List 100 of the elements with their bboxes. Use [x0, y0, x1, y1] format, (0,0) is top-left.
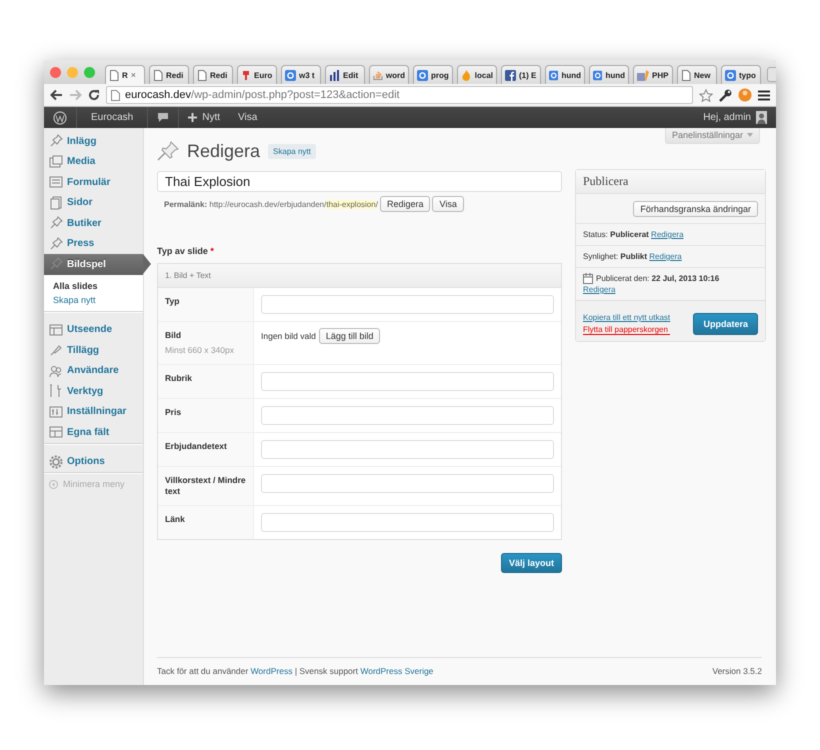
tools-icon: [49, 384, 63, 398]
menu-item[interactable]: Tillägg: [44, 340, 143, 360]
account-menu[interactable]: Hej, admin: [694, 107, 776, 128]
edit-link[interactable]: Redigera: [651, 230, 684, 239]
version-text: Version 3.5.2: [712, 666, 762, 676]
add-image-button[interactable]: Lägg till bild: [318, 328, 380, 344]
menu-item[interactable]: Användare: [44, 360, 143, 381]
field-label: Länk: [158, 506, 254, 539]
php-icon: [637, 70, 649, 80]
add-new-button[interactable]: Skapa nytt: [268, 144, 316, 158]
pushpin-icon: [49, 257, 63, 272]
footer-text: Tack för att du använder WordPress | Svensk support WordPress Sverige: [157, 666, 434, 676]
menu-item[interactable]: Utseende: [44, 320, 143, 340]
menu-item[interactable]: Press: [44, 234, 143, 254]
close-window-button[interactable]: [50, 66, 61, 78]
trash-link[interactable]: Flytta till papperskorgen: [583, 325, 670, 335]
field-group-label: Typ av slide *: [157, 246, 215, 256]
back-arrow-icon[interactable]: [50, 89, 63, 101]
pushpin-icon: [49, 236, 63, 251]
browser-tab[interactable]: typo: [721, 65, 761, 84]
star-icon[interactable]: [699, 88, 713, 102]
choose-layout-button[interactable]: Välj layout: [500, 553, 562, 573]
wordpress-logo-icon[interactable]: [53, 110, 67, 124]
browser-tab[interactable]: local: [457, 65, 497, 84]
new-content-link[interactable]: Nytt: [179, 107, 230, 128]
minimize-window-button[interactable]: [67, 66, 78, 78]
table-icon: [49, 425, 63, 440]
browser-tab[interactable]: New: [677, 65, 717, 84]
input-field[interactable]: [261, 513, 554, 532]
browser-tab[interactable]: hund: [545, 65, 585, 84]
menu-item[interactable]: Egna fält: [44, 422, 143, 442]
edit-link[interactable]: Redigera: [649, 252, 682, 261]
page-icon: [109, 70, 119, 80]
menu-item[interactable]: Inställningar: [44, 402, 143, 422]
wordpress-sverige-link[interactable]: WordPress Sverige: [360, 666, 434, 676]
menu-icon[interactable]: [758, 90, 770, 100]
forward-arrow-icon[interactable]: [69, 89, 82, 101]
reload-icon[interactable]: [88, 89, 100, 101]
field-hint: Minst 660 x 340px: [165, 345, 235, 356]
preview-changes-button[interactable]: Förhandsgranska ändringar: [633, 201, 758, 217]
tab-close-button[interactable]: ×: [130, 70, 136, 80]
browser-tab[interactable]: word: [369, 65, 409, 84]
copy-draft-link[interactable]: Kopiera till ett nytt utkast: [583, 313, 670, 322]
menu-item[interactable]: Formulär: [44, 172, 143, 192]
caret-icon: [747, 133, 753, 137]
browser-tab[interactable]: w3 t: [281, 65, 321, 84]
browser-tab[interactable]: R ×: [105, 65, 145, 84]
edit-link[interactable]: Redigera: [583, 284, 616, 295]
update-button[interactable]: Uppdatera: [693, 313, 758, 335]
layout-header: 1. Bild + Text: [158, 264, 561, 288]
box-title: Publicera: [576, 170, 765, 194]
wrench-icon[interactable]: [719, 88, 732, 102]
menu-item[interactable]: Options: [44, 452, 143, 472]
input-field[interactable]: [261, 406, 554, 425]
edit-permalink-button[interactable]: Redigera: [380, 196, 430, 212]
facebook-icon: [505, 70, 516, 80]
page-icon: [681, 70, 691, 80]
menu-item[interactable]: Media: [44, 152, 143, 172]
input-field[interactable]: [261, 440, 554, 459]
publish-info-text: Publicerat den: 22 Jul, 2013 10:16: [596, 273, 720, 284]
wordpress-link[interactable]: WordPress: [250, 666, 292, 676]
publish-info-text: Status: Publicerat Redigera: [583, 230, 684, 239]
field-label: Pris: [158, 399, 254, 432]
extension-icon[interactable]: [738, 88, 752, 102]
form-icon: [49, 175, 63, 190]
browser-tab[interactable]: Redi: [149, 65, 189, 84]
submenu-item[interactable]: Skapa nytt: [53, 292, 143, 306]
browser-tab[interactable]: Edit: [325, 65, 365, 84]
page-icon: [153, 70, 163, 80]
flame-icon: [461, 70, 472, 80]
title-field[interactable]: Thai Explosion: [157, 171, 562, 192]
input-field[interactable]: [261, 295, 554, 314]
input-field[interactable]: [261, 372, 554, 391]
view-link[interactable]: Visa: [229, 107, 266, 128]
pushpin-icon: [49, 134, 63, 148]
browser-tab[interactable]: prog: [413, 65, 453, 84]
screen-options-tab[interactable]: Panelinställningar: [664, 128, 760, 144]
url-text: eurocash.dev/wp-admin/post.php?post=123&action=edit: [125, 89, 400, 101]
browser-tab[interactable]: PHP: [633, 65, 673, 84]
users-icon: [49, 364, 63, 378]
browser-tab[interactable]: Euro: [237, 65, 277, 84]
pages-icon: [49, 196, 63, 210]
input-field[interactable]: [261, 474, 554, 493]
sliders-icon: [49, 404, 63, 419]
view-post-button[interactable]: Visa: [432, 196, 464, 212]
menu-item[interactable]: Butiker: [44, 213, 143, 234]
pushpin-icon: [49, 216, 63, 230]
browser-tab[interactable]: hund: [589, 65, 629, 84]
comment-bubble-icon[interactable]: [157, 112, 170, 123]
menu-item[interactable]: Verktyg: [44, 381, 143, 402]
browser-tab[interactable]: Redi: [193, 65, 233, 84]
submenu-item[interactable]: Alla slides: [53, 278, 143, 292]
menu-item[interactable]: Sidor: [44, 192, 143, 213]
zoom-window-button[interactable]: [84, 66, 95, 78]
calendar-icon: [583, 273, 593, 284]
avatar-icon: [756, 111, 767, 124]
address-bar[interactable]: eurocash.dev/wp-admin/post.php?post=123&action=edit: [106, 86, 693, 104]
browser-tab[interactable]: (1) E: [501, 65, 541, 84]
menu-item[interactable]: Inlägg: [44, 131, 143, 152]
images-icon: [49, 154, 63, 169]
